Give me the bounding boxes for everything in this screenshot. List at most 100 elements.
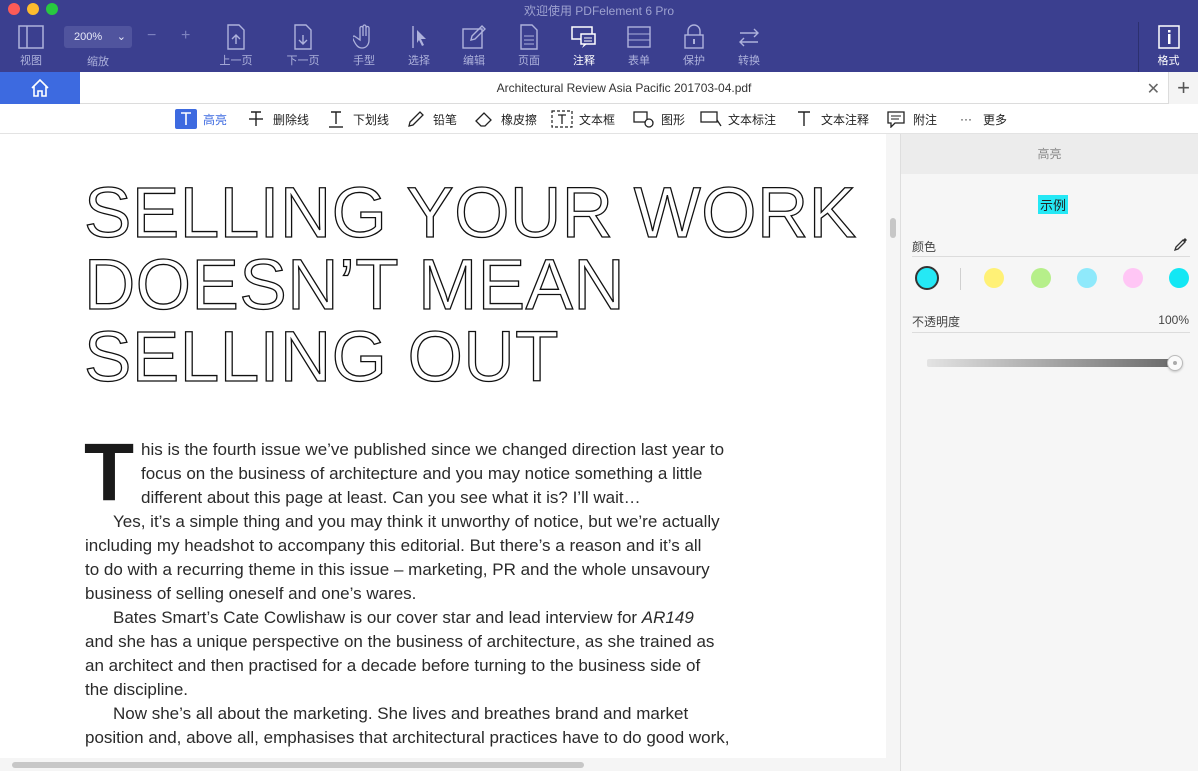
body-line: his is the fourth issue we’ve published … [141, 440, 725, 459]
highlight-sample: 示例 [1038, 195, 1069, 214]
sidebar-view-icon [6, 22, 56, 52]
body-line: Yes, it’s a simple thing and you may thi… [113, 512, 720, 531]
eraser-label: 橡皮擦 [501, 112, 538, 127]
zoom-select[interactable]: 200% ⌄ [64, 26, 132, 48]
body-line-text: Bates Smart’s Cate Cowlishaw is our cove… [113, 608, 642, 627]
color-swatch[interactable] [1123, 268, 1143, 288]
tab-bar: Architectural Review Asia Pacific 201703… [0, 72, 1198, 104]
next-page-button[interactable]: 下一页 [278, 22, 328, 68]
convert-icon [724, 22, 774, 52]
pencil-label: 铅笔 [433, 112, 458, 127]
strikethrough-tool[interactable]: 删除线 [245, 108, 309, 130]
body-line: position and, above all, emphasises that… [85, 728, 730, 747]
strikethrough-icon [245, 109, 267, 129]
cursor-arrow-icon [394, 22, 444, 52]
shape-label: 图形 [661, 112, 686, 127]
properties-panel: 高亮 示例 颜色 不透明度 100% [900, 134, 1198, 771]
divider [912, 332, 1190, 333]
lock-icon [669, 22, 719, 52]
form-label: 表单 [628, 55, 650, 67]
callout-icon [700, 109, 722, 129]
edit-label: 编辑 [463, 55, 485, 67]
body-line: an architect and then practised for a de… [85, 656, 701, 675]
color-swatch-selected[interactable] [915, 266, 939, 290]
prev-page-button[interactable]: 上一页 [211, 22, 261, 68]
comment-button[interactable]: 注释 [559, 22, 609, 68]
color-swatch[interactable] [1169, 268, 1189, 288]
more-label: 更多 [983, 112, 1008, 127]
textbox-tool[interactable]: 文本框 [551, 108, 615, 130]
hand-tool-button[interactable]: 手型 [339, 22, 389, 68]
color-swatch[interactable] [984, 268, 1004, 288]
zoom-value: 200% [74, 31, 103, 43]
annotation-toolbar: 高亮 删除线 下划线 铅笔 橡皮擦 文本框 图形 文本标注 文本注释 附注 ··… [0, 104, 1198, 134]
typewriter-tool[interactable]: 文本注释 [793, 108, 869, 130]
more-tools[interactable]: ··· 更多 [955, 108, 1007, 130]
select-tool-button[interactable]: 选择 [394, 22, 444, 68]
page-button[interactable]: 页面 [504, 22, 554, 68]
body-line: to do with a recurring theme in this iss… [85, 560, 710, 579]
select-label: 选择 [408, 55, 430, 67]
view-button[interactable]: 视图 [6, 22, 56, 68]
body-line: and she has a unique perspective on the … [85, 632, 715, 651]
panel-title: 高亮 [901, 134, 1198, 174]
close-tab-icon[interactable]: ✕ [1147, 79, 1160, 99]
edit-button[interactable]: 编辑 [449, 22, 499, 68]
zoom-in-button[interactable]: + [181, 27, 190, 45]
form-button[interactable]: 表单 [614, 22, 664, 68]
body-line: Now she’s all about the marketing. She l… [113, 704, 689, 723]
typewriter-icon [793, 109, 815, 129]
strikethrough-label: 删除线 [273, 112, 310, 127]
body-line: different about this page at least. Can … [141, 488, 641, 507]
comment-icon [559, 22, 609, 52]
underline-tool[interactable]: 下划线 [325, 108, 389, 130]
next-page-label: 下一页 [286, 55, 320, 67]
text-highlight-icon [175, 109, 197, 129]
note-label: 附注 [913, 112, 938, 127]
opacity-slider-handle[interactable] [1167, 355, 1183, 371]
pencil-tool[interactable]: 铅笔 [405, 108, 457, 130]
text-cursor-icon: I [380, 467, 384, 483]
convert-label: 转换 [738, 55, 760, 67]
typewriter-label: 文本注释 [821, 112, 870, 127]
drop-cap: T [84, 427, 135, 518]
document-viewport[interactable]: SELLING YOUR WORK DOESN’T MEAN SELLING O… [0, 134, 886, 758]
horizontal-scrollbar[interactable] [12, 762, 584, 768]
main-toolbar: 欢迎使用 PDFelement 6 Pro 视图 200% ⌄ 缩放 − + 上… [0, 0, 1198, 72]
title-line: SELLING YOUR WORK [83, 174, 857, 253]
protect-label: 保护 [683, 55, 705, 67]
shape-icon [633, 109, 655, 129]
vertical-scrollbar[interactable] [890, 218, 896, 238]
pencil-icon [405, 109, 427, 129]
home-tab[interactable] [0, 72, 80, 104]
article-title: SELLING YOUR WORK DOESN’T MEAN SELLING O… [83, 174, 857, 394]
textbox-icon [551, 109, 573, 129]
divider [912, 256, 1190, 257]
title-line: DOESN’T MEAN [83, 246, 626, 325]
format-button[interactable]: 格式 [1138, 22, 1198, 72]
highlight-tool[interactable]: 高亮 [175, 108, 227, 130]
add-tab-button[interactable]: + [1168, 72, 1198, 104]
page-icon [504, 22, 554, 52]
hand-icon [339, 22, 389, 52]
prev-page-label: 上一页 [219, 55, 253, 67]
info-icon [1139, 22, 1198, 52]
protect-button[interactable]: 保护 [669, 22, 719, 68]
opacity-slider[interactable] [927, 359, 1175, 367]
document-tab[interactable]: Architectural Review Asia Pacific 201703… [80, 72, 1168, 104]
page-up-icon [211, 22, 261, 52]
shape-tool[interactable]: 图形 [633, 108, 685, 130]
color-swatch[interactable] [1031, 268, 1051, 288]
callout-tool[interactable]: 文本标注 [700, 108, 776, 130]
zoom-out-button[interactable]: − [147, 27, 156, 45]
highlight-label: 高亮 [203, 112, 228, 127]
eraser-tool[interactable]: 橡皮擦 [473, 108, 537, 130]
page-down-icon [278, 22, 328, 52]
convert-button[interactable]: 转换 [724, 22, 774, 68]
color-swatch[interactable] [1077, 268, 1097, 288]
eyedropper-icon[interactable] [1173, 236, 1189, 257]
document-tab-title: Architectural Review Asia Pacific 201703… [496, 81, 752, 95]
callout-label: 文本标注 [728, 112, 777, 127]
underline-label: 下划线 [353, 112, 390, 127]
note-tool[interactable]: 附注 [885, 108, 937, 130]
